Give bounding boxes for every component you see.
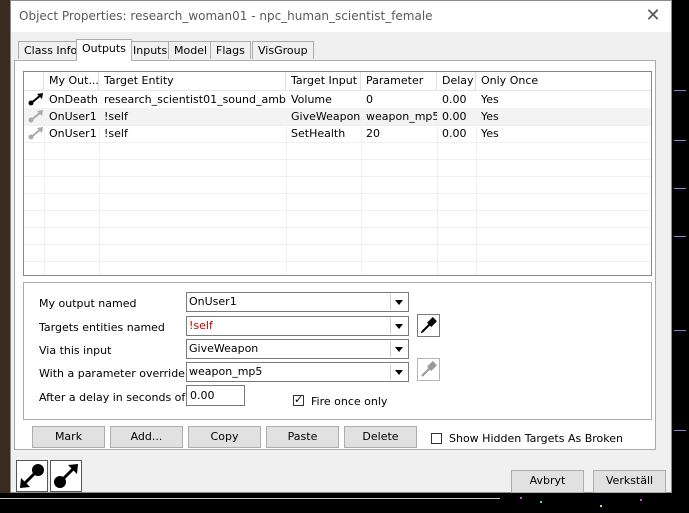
fire-once-checkbox[interactable] <box>293 393 304 406</box>
column-target-entity[interactable]: Target Entity <box>99 72 286 90</box>
editor-viewport-bottom <box>0 493 689 513</box>
copy-button[interactable]: Copy <box>188 426 261 448</box>
outputs-list-header: My Out... Target Entity Target Input Par… <box>24 72 651 91</box>
output-disconnected-icon <box>28 127 43 140</box>
cell-delay: 0.00 <box>442 110 467 123</box>
column-parameter[interactable]: Parameter <box>361 72 437 90</box>
cell-my-output: OnDeath <box>49 93 98 106</box>
output-to-input-icon <box>20 464 44 488</box>
cell-delay: 0.00 <box>442 127 467 140</box>
paste-button[interactable]: Paste <box>266 426 339 448</box>
editor-viewport-right <box>672 0 689 513</box>
tab-model[interactable]: Model <box>168 41 214 59</box>
target-entity-value: !self <box>189 319 213 332</box>
cancel-button[interactable]: Avbryt <box>511 470 584 493</box>
chevron-down-icon[interactable] <box>390 318 407 334</box>
output-name-label: My output named <box>39 297 137 310</box>
target-input-combo[interactable]: GiveWeapon <box>186 339 409 359</box>
tab-flags[interactable]: Flags <box>210 41 251 59</box>
title-bar: Object Properties: research_woman01 - np… <box>11 1 671 32</box>
apply-button[interactable]: Verkställ <box>593 470 666 493</box>
chevron-down-icon[interactable] <box>390 364 407 380</box>
cell-parameter: 0 <box>366 93 373 106</box>
show-hidden-checkbox[interactable] <box>431 433 442 444</box>
cell-parameter: 20 <box>366 127 380 140</box>
cell-my-output: OnUser1 <box>49 127 97 140</box>
editor-viewport-left <box>0 0 10 513</box>
delay-label: After a delay in seconds of <box>39 391 186 404</box>
fire-once-label: Fire once only <box>311 395 388 408</box>
eyedropper-icon <box>420 317 437 334</box>
entity-picker-button[interactable] <box>417 314 440 337</box>
target-entity-combo[interactable]: !self <box>186 316 409 336</box>
parameter-label: With a parameter override of <box>39 367 200 380</box>
parameter-combo[interactable]: weapon_mp5 <box>186 362 409 382</box>
parameter-value: weapon_mp5 <box>189 365 263 378</box>
cell-target-entity: !self <box>104 110 128 123</box>
column-icon[interactable] <box>24 72 44 90</box>
column-only-once[interactable]: Only Once <box>476 72 651 90</box>
tab-class-info[interactable]: Class Info <box>18 41 84 59</box>
add-button[interactable]: Add... <box>110 426 183 448</box>
delay-value: 0.00 <box>190 389 215 402</box>
cell-target-input: Volume <box>291 93 332 106</box>
cell-target-entity: research_scientist01_sound_ambush <box>104 93 286 106</box>
cell-target-entity: !self <box>104 127 128 140</box>
table-row[interactable]: OnUser1 !self GiveWeapon weapon_mp5 0.00… <box>24 108 651 125</box>
cell-target-input: GiveWeapon <box>291 110 361 123</box>
target-entity-label: Targets entities named <box>39 321 165 334</box>
outputs-list[interactable]: My Out... Target Entity Target Input Par… <box>23 71 652 276</box>
tab-visgroup[interactable]: VisGroup <box>252 41 314 59</box>
input-to-output-icon <box>54 464 78 488</box>
target-input-label: Via this input <box>39 344 112 357</box>
cell-only-once: Yes <box>481 93 499 106</box>
cell-only-once: Yes <box>481 127 499 140</box>
output-disconnected-icon <box>28 110 43 123</box>
cell-parameter: weapon_mp5 <box>366 110 437 123</box>
table-row[interactable]: OnDeath research_scientist01_sound_ambus… <box>24 91 651 108</box>
show-hidden-label: Show Hidden Targets As Broken <box>449 432 623 445</box>
input-to-output-button[interactable] <box>50 460 82 492</box>
cell-only-once: Yes <box>481 110 499 123</box>
column-my-output[interactable]: My Out... <box>44 72 99 90</box>
delete-button[interactable]: Delete <box>344 426 417 448</box>
output-connected-icon <box>28 93 43 106</box>
chevron-down-icon[interactable] <box>390 294 407 310</box>
tab-outputs[interactable]: Outputs <box>76 39 132 61</box>
table-row[interactable]: OnUser1 !self SetHealth 20 0.00 Yes <box>24 125 651 142</box>
window-title: Object Properties: research_woman01 - np… <box>19 9 433 23</box>
parameter-picker-button[interactable] <box>417 358 440 381</box>
tab-inputs[interactable]: Inputs <box>127 41 174 59</box>
output-to-input-button[interactable] <box>16 460 48 492</box>
column-delay[interactable]: Delay <box>437 72 476 90</box>
delay-input[interactable]: 0.00 <box>186 385 245 406</box>
column-target-input[interactable]: Target Input <box>286 72 361 90</box>
eyedropper-icon <box>421 361 437 377</box>
target-input-value: GiveWeapon <box>189 342 259 355</box>
cell-delay: 0.00 <box>442 93 467 106</box>
output-name-combo[interactable]: OnUser1 <box>186 292 409 312</box>
output-name-value: OnUser1 <box>189 295 237 308</box>
chevron-down-icon[interactable] <box>390 341 407 357</box>
close-icon[interactable]: ✕ <box>643 6 663 26</box>
cell-my-output: OnUser1 <box>49 110 97 123</box>
mark-button[interactable]: Mark <box>32 426 105 448</box>
cell-target-input: SetHealth <box>291 127 346 140</box>
